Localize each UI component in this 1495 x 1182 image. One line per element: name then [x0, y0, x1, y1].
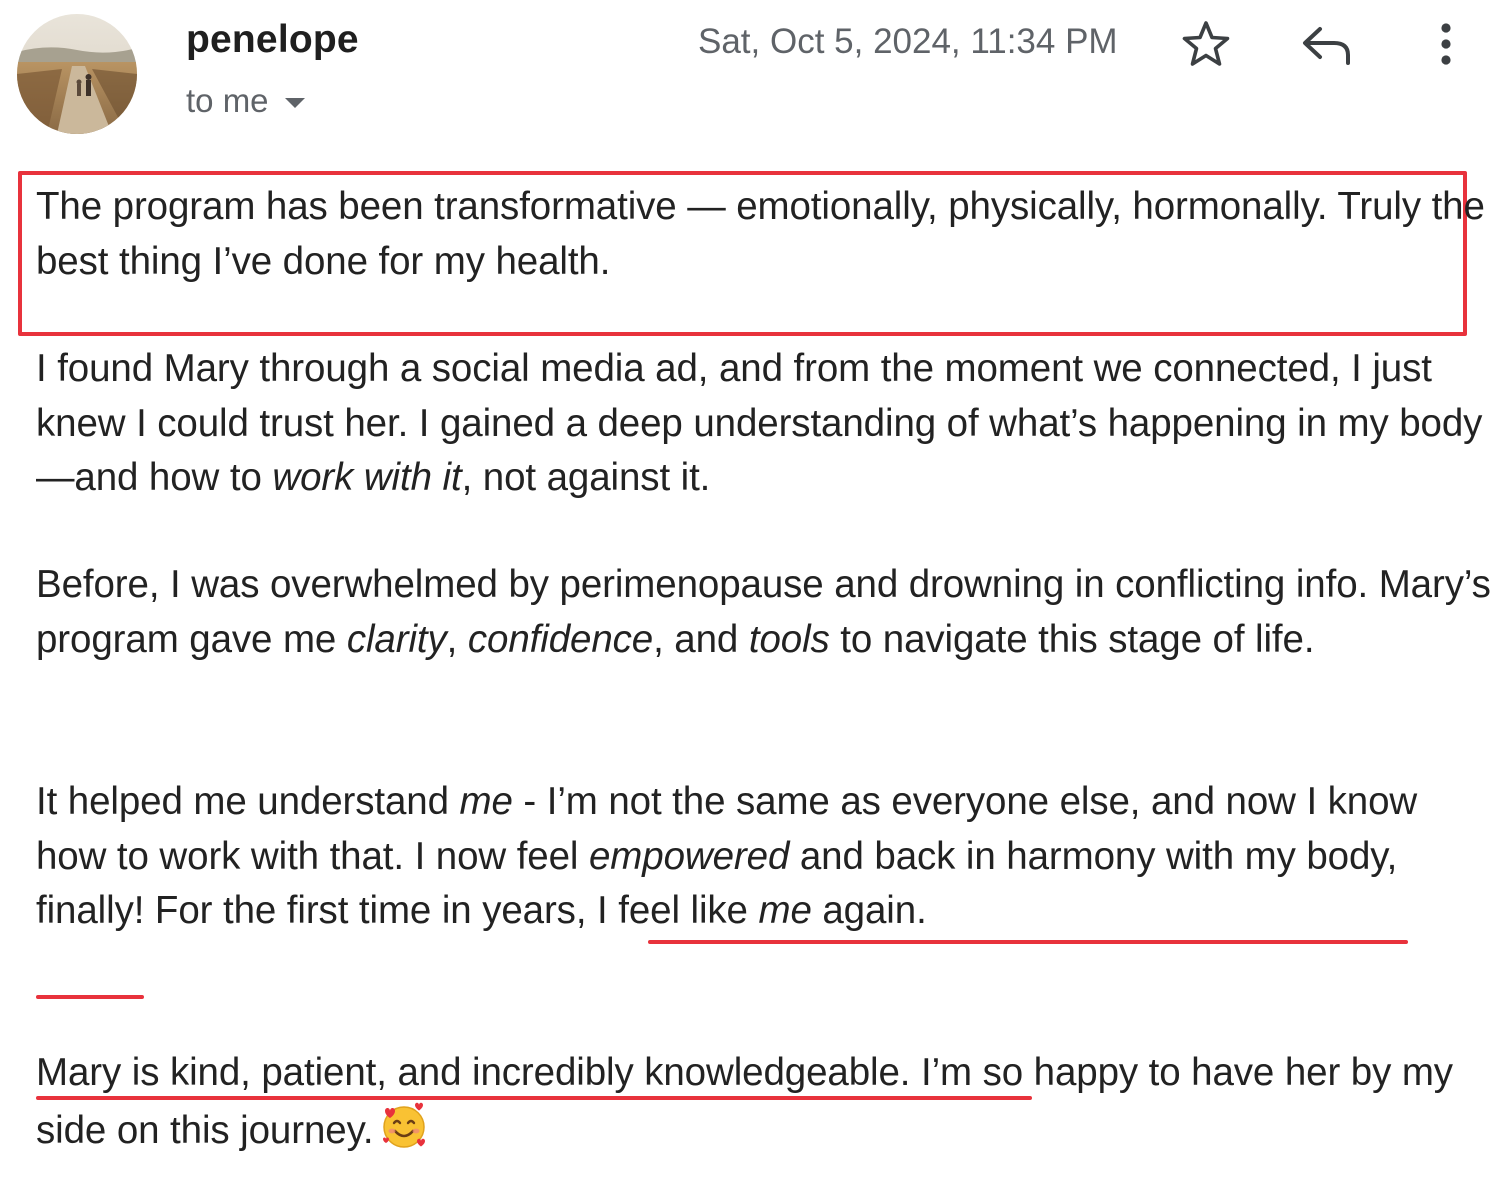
paragraph-text: Mary is kind, patient, and incredibly kn…: [36, 1051, 1453, 1152]
reply-icon: [1303, 27, 1350, 65]
paragraph-text: ,: [446, 617, 468, 661]
caret-down-icon: [284, 98, 305, 108]
recipient-label: to me: [186, 82, 269, 119]
avatar[interactable]: [17, 14, 137, 134]
paragraph-text: again.: [811, 889, 927, 932]
more-vertical-icon: [1441, 23, 1451, 65]
sender-name[interactable]: penelope: [186, 18, 359, 62]
message-date: Sat, Oct 5, 2024, 11:34 PM: [698, 22, 1118, 61]
star-icon: [1182, 21, 1230, 66]
emphasis-text: work with it: [272, 456, 462, 499]
emphasis-text: confidence: [467, 617, 654, 661]
message-paragraph-3: Before, I was overwhelmed by perimenopau…: [36, 558, 1491, 667]
message-paragraph-2: I found Mary through a social media ad, …: [36, 342, 1491, 506]
paragraph-text: It helped me understand: [36, 780, 460, 823]
message-paragraph-4: It helped me understand me - I’m not the…: [36, 775, 1491, 939]
emphasis-text: tools: [748, 617, 830, 661]
paragraph-text: I found Mary through a social media ad, …: [36, 347, 1483, 499]
first-time-underline: [648, 940, 1408, 944]
paragraph-text: , and: [653, 617, 749, 661]
paragraph-text: , not against it.: [461, 456, 711, 499]
smiling-face-with-hearts-emoji: [379, 1101, 429, 1167]
paragraph-text: to navigate this stage of life.: [829, 617, 1315, 661]
recipient-details-toggle[interactable]: to me: [186, 82, 305, 120]
profile-photo: [17, 14, 137, 134]
again-underline: [36, 995, 144, 999]
paragraph-text: The program has been transformative — em…: [36, 185, 1485, 283]
message-paragraph-5: Mary is kind, patient, and incredibly kn…: [36, 1046, 1491, 1166]
emphasis-text: me: [758, 889, 812, 932]
emphasis-text: empowered: [588, 834, 790, 878]
emphasis-text: clarity: [346, 617, 447, 661]
kind-patient-underline: [36, 1096, 1032, 1100]
emphasis-text: me: [459, 780, 513, 823]
reply-button[interactable]: [1298, 18, 1356, 72]
message-paragraph-1: The program has been transformative — em…: [36, 180, 1491, 289]
star-button[interactable]: [1178, 16, 1234, 72]
more-options-button[interactable]: [1430, 18, 1462, 70]
